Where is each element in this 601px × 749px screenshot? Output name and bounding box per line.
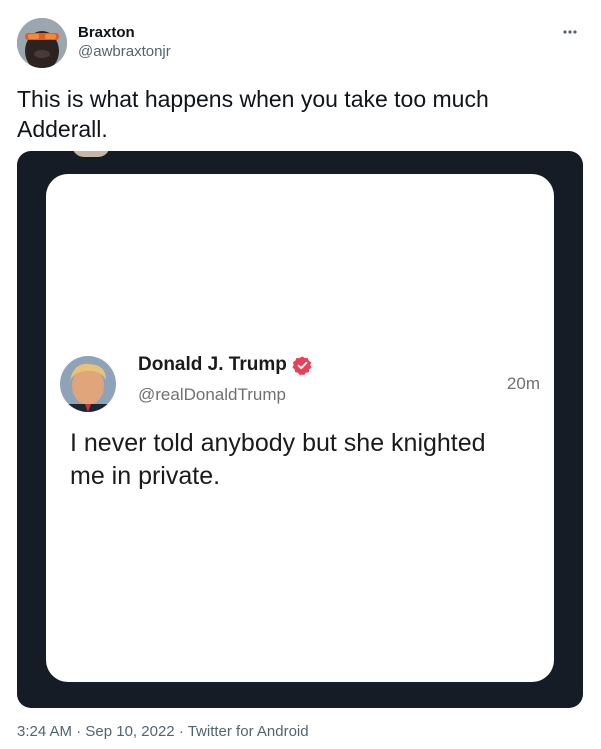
embedded-name-row: Donald J. Trump	[138, 354, 313, 376]
embedded-display-name: Donald J. Trump	[138, 354, 287, 375]
more-horizontal-icon[interactable]	[560, 22, 580, 42]
embedded-tweet-text: I never told anybody but she knighted me…	[70, 429, 486, 490]
author-names: Braxton @awbraxtonjr	[78, 23, 171, 62]
tweet-media-image[interactable]: Donald J. Trump @realDonaldTrump 20m I n…	[17, 151, 583, 708]
tweet-time[interactable]: 3:24 AM	[17, 723, 72, 740]
tweet-date[interactable]: Sep 10, 2022	[85, 723, 174, 740]
author-display-name[interactable]: Braxton	[78, 23, 171, 42]
meta-separator-2: ·	[178, 723, 184, 740]
verified-badge-icon	[292, 355, 313, 376]
embedded-time: 20m	[506, 374, 540, 393]
media-top-sliver	[72, 151, 110, 157]
tweet: Braxton @awbraxtonjr This is what happen…	[0, 0, 601, 749]
embedded-handle: @realDonaldTrump	[138, 385, 286, 404]
tweet-meta: 3:24 AM · Sep 10, 2022 · Twitter for And…	[17, 723, 309, 740]
embedded-tweet-card: Donald J. Trump @realDonaldTrump 20m I n…	[46, 174, 554, 682]
meta-separator: ·	[76, 723, 82, 740]
tweet-text: This is what happens when you take too m…	[17, 86, 489, 142]
tweet-header: Braxton @awbraxtonjr	[17, 16, 584, 72]
author-handle[interactable]: @awbraxtonjr	[78, 42, 171, 62]
author-avatar[interactable]	[17, 18, 67, 68]
embedded-avatar	[60, 356, 116, 412]
author-avatar-image	[17, 18, 67, 68]
tweet-source[interactable]: Twitter for Android	[188, 723, 309, 740]
